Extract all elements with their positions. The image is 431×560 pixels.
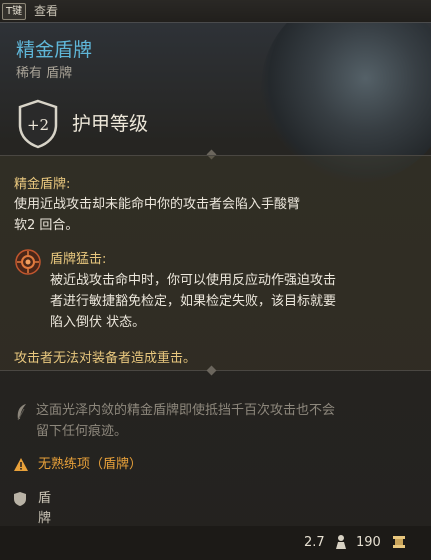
passive-desc-line2: 软2 回合。: [14, 218, 79, 233]
item-rarity-type: 稀有 盾牌: [16, 66, 73, 81]
item-weight: 2.7: [304, 535, 325, 550]
inspect-label[interactable]: 查看: [34, 3, 58, 19]
item-name: 精金盾牌: [16, 39, 93, 61]
flavor-line1: 这面光泽内敛的精金盾牌即使抵挡千百次攻击也不会: [36, 403, 336, 418]
ability-desc-line3: 陷入倒伏 状态。: [50, 315, 146, 330]
passive-title: 精金盾牌:: [14, 177, 71, 192]
gold-coin-icon: [393, 536, 405, 548]
item-type-label: 盾牌: [38, 491, 52, 526]
warning-icon: [14, 458, 28, 471]
shield-type-icon: [14, 492, 26, 506]
flavor-text: 这面光泽内敛的精金盾牌即使抵挡千百次攻击也不会 留下任何痕迹。: [36, 400, 396, 442]
item-price: 190: [356, 535, 381, 550]
ability-title: 盾牌猛击:: [50, 252, 107, 267]
flavor-line2: 留下任何痕迹。: [36, 424, 128, 439]
item-footer: 2.7 190: [0, 526, 431, 560]
divider: [0, 155, 431, 156]
top-bar: T键 查看: [0, 0, 431, 22]
armor-shield-icon: +2: [18, 99, 58, 149]
item-tooltip: 精金盾牌 稀有 盾牌 +2 护甲等级 精金盾牌: 使用近战攻击却未能命中你的攻击…: [0, 22, 431, 560]
keybind-hint: T键: [2, 3, 27, 20]
crit-immunity: 攻击者无法对装备者造成重击。: [14, 351, 197, 366]
passive-desc-line1: 使用近战攻击却未能命中你的攻击者会陷入手酸臂: [14, 197, 301, 212]
shield-bash-icon[interactable]: [15, 249, 41, 275]
feather-icon: [17, 404, 26, 421]
weight-icon: [336, 535, 346, 549]
proficiency-text: 无熟练项（盾牌）: [38, 457, 143, 472]
armor-bonus: +2: [27, 116, 49, 134]
ability-desc-line2: 者进行敏捷豁免检定，如果检定失败，该目标就要: [50, 294, 337, 309]
armor-class-label: 护甲等级: [72, 113, 149, 135]
ability-desc-line1: 被近战攻击命中时，你可以使用反应动作强迫攻击: [50, 273, 337, 288]
